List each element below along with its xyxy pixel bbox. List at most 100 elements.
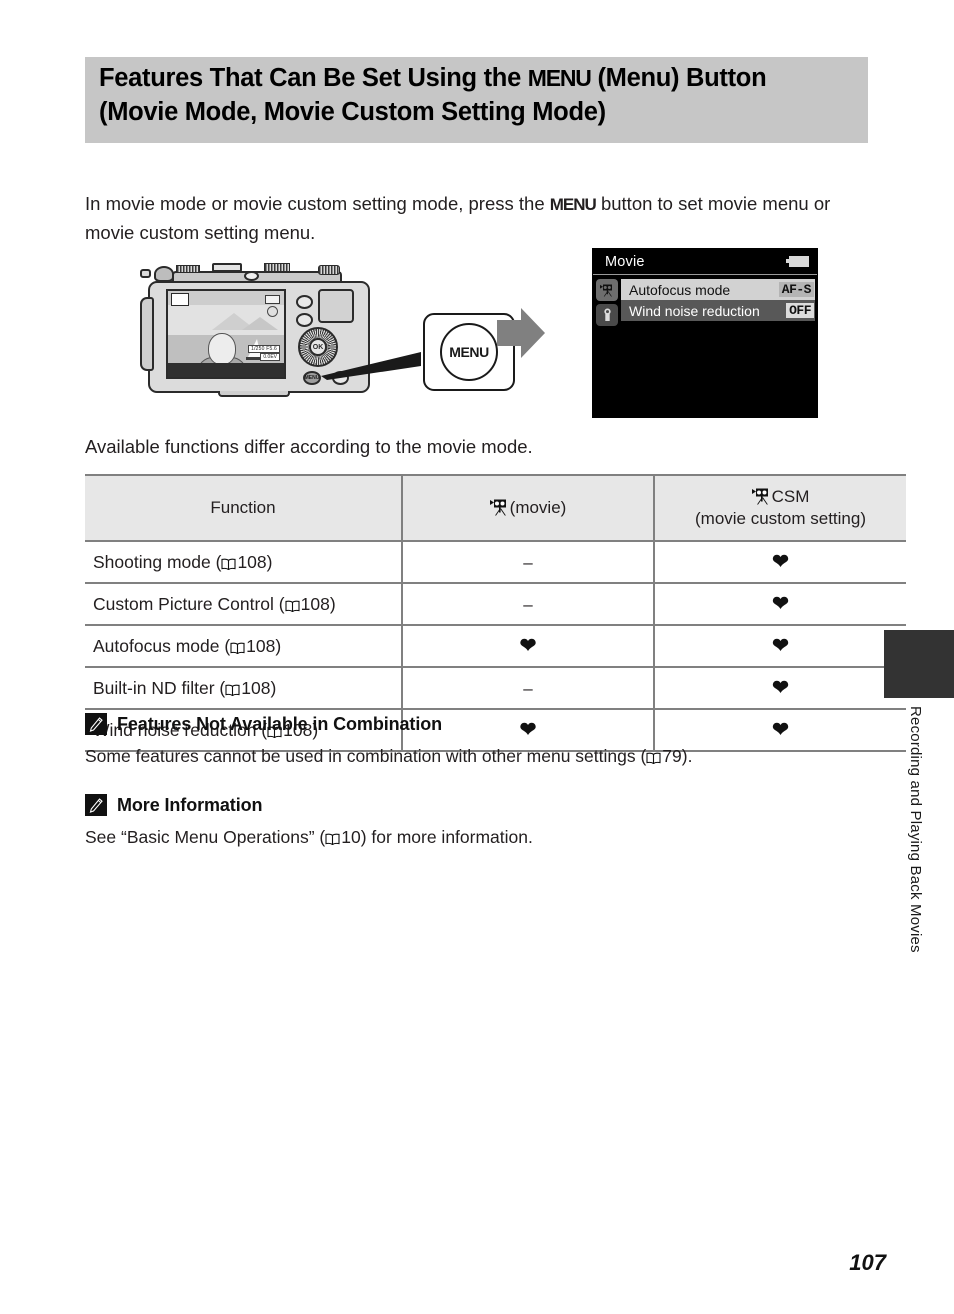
row-page-ref: 108	[241, 677, 271, 698]
lcd-exposure-info: 1/250 F5.6	[248, 345, 280, 353]
lcd-bottom-bar	[168, 363, 284, 377]
menu-row-value: AF-S	[778, 282, 814, 297]
check-symbol: ❤	[772, 634, 789, 657]
pencil-note-icon	[85, 794, 107, 816]
table-header-row: Function (movie) CSM (movie custom setti…	[85, 473, 906, 543]
column-header-movie-label: (movie)	[509, 498, 567, 518]
menu-glyph-inline: MENU	[549, 194, 597, 214]
row-function-label: Built-in ND filter	[93, 677, 215, 698]
row-csm-cell: ❤	[653, 540, 906, 585]
pencil-glyph-icon	[89, 716, 103, 732]
chapter-tab-label: Recording and Playing Back Movies	[907, 706, 924, 953]
book-page-ref-icon	[221, 558, 236, 570]
check-symbol: ❤	[772, 592, 789, 615]
lcd-movie-mode-icon	[171, 293, 189, 306]
menu-row-value: OFF	[786, 303, 814, 318]
row-csm-cell: ❤	[653, 666, 906, 711]
note-body-pre: See “Basic Menu Operations” (	[85, 827, 326, 847]
camera-hotshoe	[212, 263, 242, 272]
dash-symbol: –	[523, 678, 533, 698]
menu-screen-rows: Autofocus mode AF-S Wind noise reduction…	[621, 279, 815, 321]
row-function-label: Custom Picture Control	[93, 593, 274, 614]
book-page-ref-icon	[646, 752, 661, 764]
page-title-line2: (Movie Mode, Movie Custom Setting Mode)	[99, 97, 606, 126]
camera-left-dial	[176, 265, 200, 273]
check-symbol: ❤	[772, 676, 789, 699]
camera-display-button	[244, 271, 259, 281]
menu-row-autofocus-mode[interactable]: Autofocus mode AF-S	[621, 279, 815, 300]
camera-bottom-lip	[218, 391, 290, 397]
row-page-ref: 108	[300, 593, 330, 614]
pencil-note-icon	[85, 713, 107, 735]
menu-screen-title-row: Movie	[593, 249, 817, 275]
menu-callout-label: MENU	[440, 323, 498, 381]
callout-leader-line	[321, 352, 421, 380]
camera-menu-button: MENU	[303, 371, 321, 385]
note-more-information: More Information See “Basic Menu Operati…	[85, 794, 785, 850]
camera-side-panel	[318, 289, 354, 323]
note-heading: Features Not Available in Combination	[85, 713, 785, 735]
check-symbol: ❤	[519, 634, 537, 657]
table-row: Built-in ND filter (108) – ❤	[85, 666, 906, 711]
camera-playback-button	[296, 313, 313, 327]
menu-screen-title: Movie	[605, 253, 645, 270]
row-function-label: Shooting mode	[93, 551, 211, 572]
row-movie-cell: –	[401, 582, 655, 627]
lcd-mountain-right	[242, 317, 278, 330]
column-header-csm-full: (movie custom setting)	[695, 509, 866, 529]
menu-row-wind-noise-reduction[interactable]: Wind noise reduction OFF	[621, 300, 815, 321]
note-body-post: ).	[681, 746, 693, 766]
chapter-tab-block	[884, 630, 954, 698]
row-page-ref: 108	[246, 635, 276, 656]
note-body-ref: 79	[662, 746, 682, 766]
dash-symbol: –	[523, 552, 533, 572]
note-body-pre: Some features cannot be used in combinat…	[85, 746, 647, 766]
note-body: See “Basic Menu Operations” ( 10) for mor…	[85, 825, 785, 850]
page-title-line1-pre: Features That Can Be Set Using the	[99, 64, 528, 92]
movie-camera-icon-tab[interactable]	[596, 279, 618, 301]
wrench-icon	[603, 308, 611, 321]
table-row: Shooting mode (108) – ❤	[85, 540, 906, 585]
column-header-movie: (movie)	[401, 473, 655, 543]
row-movie-cell: –	[401, 540, 655, 585]
book-page-ref-icon	[230, 642, 245, 654]
movie-camera-icon	[489, 499, 506, 516]
movie-camera-icon	[751, 488, 768, 505]
lcd-battery-icon	[265, 295, 280, 304]
book-page-ref-icon	[285, 600, 300, 612]
row-function-cell: Autofocus mode (108)	[85, 624, 403, 669]
page-header-band: Features That Can Be Set Using the MENU …	[85, 57, 868, 143]
camera-strap-lug	[140, 269, 151, 278]
row-movie-cell: ❤	[401, 624, 655, 669]
menu-row-label: Autofocus mode	[629, 281, 731, 298]
page-title: Features That Can Be Set Using the MENU …	[99, 62, 854, 130]
note-body-post: ) for more information.	[360, 827, 533, 847]
page-title-line1-post: (Menu) Button	[590, 64, 767, 92]
wrench-icon-tab[interactable]	[596, 304, 618, 326]
row-movie-cell: –	[401, 666, 655, 711]
row-page-ref: 108	[237, 551, 267, 572]
page-number: 107	[849, 1250, 886, 1275]
intro-paragraph: In movie mode or movie custom setting mo…	[85, 189, 875, 249]
note-title: More Information	[117, 794, 263, 815]
intro-pre: In movie mode or movie custom setting mo…	[85, 192, 550, 214]
row-function-cell: Built-in ND filter (108)	[85, 666, 403, 711]
row-function-label: Autofocus mode	[93, 635, 220, 656]
row-csm-cell: ❤	[653, 582, 906, 627]
function-availability-table: Function (movie) CSM (movie custom setti…	[85, 473, 906, 753]
movie-camera-icon	[599, 284, 612, 296]
battery-icon	[786, 256, 809, 267]
note-heading: More Information	[85, 794, 785, 816]
note-features-not-available: Features Not Available in Combination So…	[85, 713, 785, 769]
note-body: Some features cannot be used in combinat…	[85, 744, 785, 769]
camera-exposure-button	[296, 295, 313, 309]
camera-grip	[140, 297, 154, 371]
note-body-ref: 10	[341, 827, 361, 847]
camera-mode-dial	[264, 263, 290, 272]
available-functions-caption: Available functions differ according to …	[85, 436, 533, 457]
column-header-function: Function	[85, 473, 403, 543]
illustration-row: 1/250 F5.6 0.0EV OK MENU MENU Movie Auto…	[85, 248, 875, 423]
lcd-ev-info: 0.0EV	[260, 353, 280, 361]
pencil-glyph-icon	[89, 797, 103, 813]
camera-lcd-screen: 1/250 F5.6 0.0EV	[166, 289, 286, 379]
